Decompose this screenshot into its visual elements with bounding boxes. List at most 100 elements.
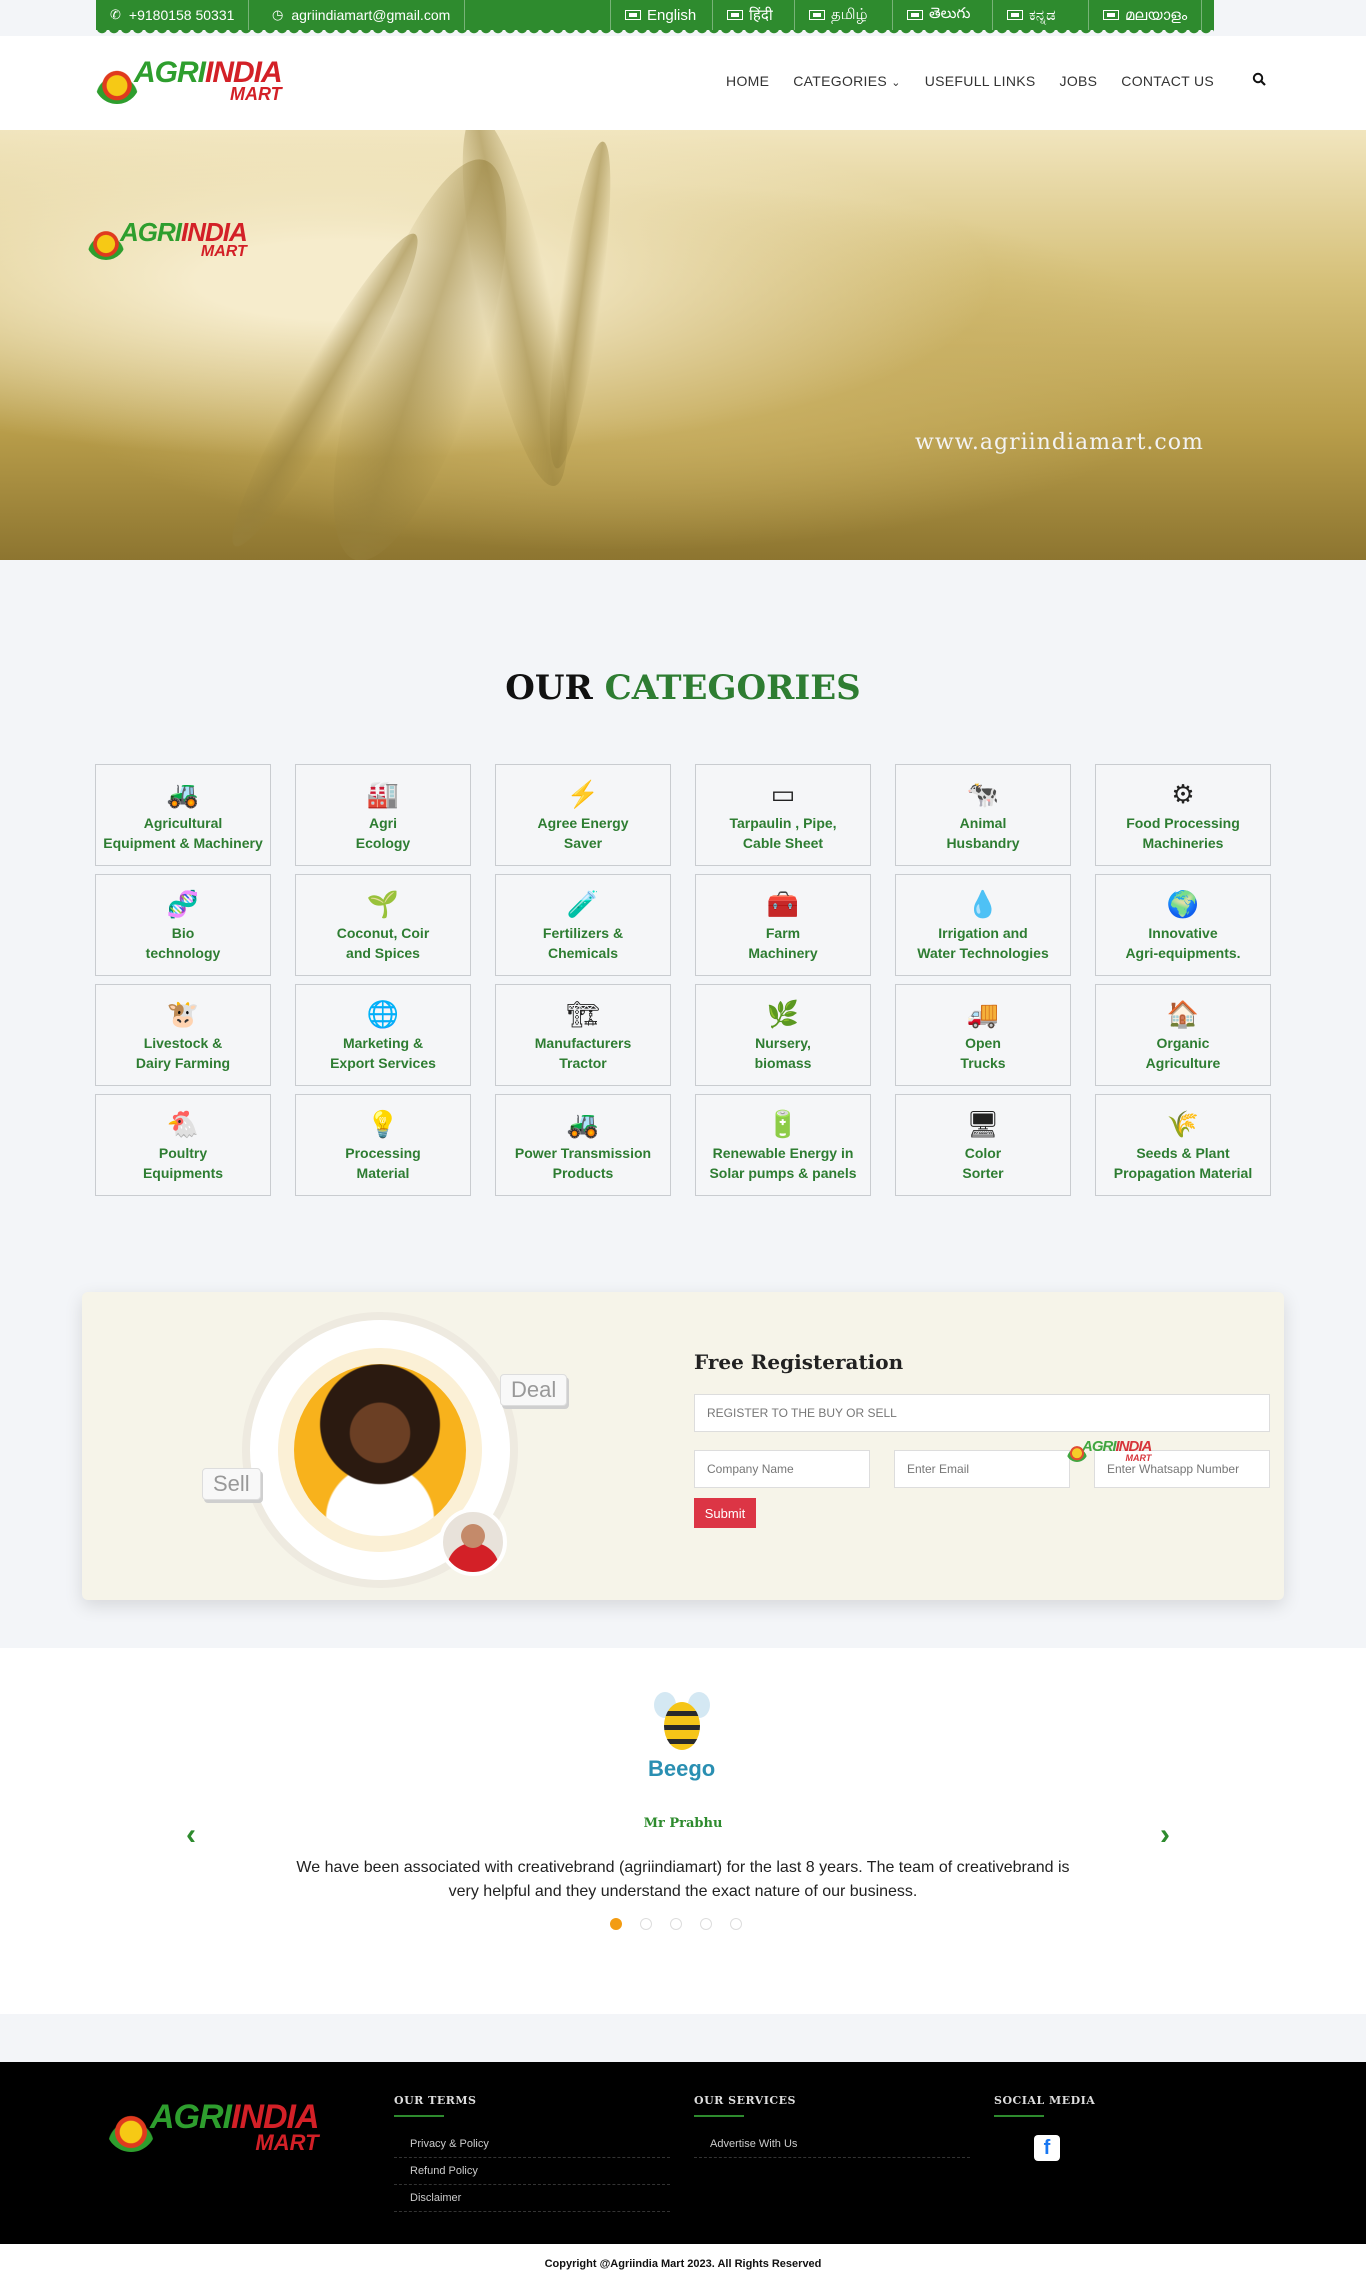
category-card[interactable]: ▭ Tarpaulin , Pipe, Cable Sheet (695, 764, 871, 866)
category-card[interactable]: ⚡ Agree Energy Saver (495, 764, 671, 866)
logo-sun-icon (94, 58, 140, 104)
man-avatar (439, 1508, 507, 1576)
footer-logo[interactable]: AGRIINDIA MART (106, 2100, 320, 2155)
nav-home[interactable]: HOME (726, 73, 769, 89)
category-card[interactable]: 🚜 Agricultural Equipment & Machinery (95, 764, 271, 866)
search-icon[interactable] (1252, 72, 1266, 90)
category-card[interactable]: 🌐 Marketing & Export Services (295, 984, 471, 1086)
category-icon: 🧪 (566, 889, 600, 919)
submit-button[interactable]: Submit (694, 1498, 756, 1528)
category-card[interactable]: 🚜 Power Transmission Products (495, 1094, 671, 1196)
category-icon: ▭ (770, 779, 796, 809)
site-logo[interactable]: AGRIINDIA MART (94, 58, 283, 105)
main-nav: HOME CATEGORIES ⌄ USEFULL LINKS JOBS CON… (726, 72, 1266, 90)
category-card[interactable]: 🐮 Livestock & Dairy Farming (95, 984, 271, 1086)
category-label: Fertilizers & Chemicals (542, 925, 624, 961)
nav-categories[interactable]: CATEGORIES ⌄ (793, 73, 901, 89)
phone-number: +9180158 50331 (128, 7, 235, 23)
category-card[interactable]: 🌍 Innovative Agri-equipments. (1095, 874, 1271, 976)
category-icon: ⚙ (1171, 779, 1195, 809)
category-card[interactable]: 💡 Processing Material (295, 1094, 471, 1196)
phone-icon: ✆ (110, 7, 121, 22)
category-icon: 🏗 (566, 999, 600, 1029)
facebook-icon[interactable]: f (1034, 2135, 1060, 2161)
hero-banner: AGRIINDIA MART www.agriindiamart.com (0, 130, 1366, 560)
lang-label: हिंदी (749, 7, 773, 24)
nav-jobs[interactable]: JOBS (1060, 73, 1098, 89)
logo-text-agri: AGRI (150, 2098, 232, 2136)
flag-icon (907, 10, 923, 20)
category-card[interactable]: 🔋 Renewable Energy in Solar pumps & panel… (695, 1094, 871, 1196)
category-icon: 🐄 (966, 779, 1000, 809)
category-card[interactable]: 🌾 Seeds & Plant Propagation Material (1095, 1094, 1271, 1196)
logo-text-mart: MART (230, 84, 282, 105)
category-card[interactable]: 🌿 Nursery, biomass (695, 984, 871, 1086)
category-icon: 💧 (966, 889, 1000, 919)
nav-useful-links[interactable]: USEFULL LINKS (925, 73, 1036, 89)
lang-kannada[interactable]: ಕನ್ನಡ (992, 0, 1070, 30)
category-card[interactable]: 💧 Irrigation and Water Technologies (895, 874, 1071, 976)
watermark-logo: AGRIINDIA MART (1066, 1439, 1152, 1462)
category-card[interactable]: 🐄 Animal Husbandry (895, 764, 1071, 866)
lang-malayalam[interactable]: മലയാളം (1088, 0, 1203, 30)
category-card[interactable]: ⚙ Food Processing Machineries (1095, 764, 1271, 866)
carousel-dot[interactable] (610, 1918, 622, 1930)
carousel-dot[interactable] (640, 1918, 652, 1930)
testimonial-quote: We have been associated with creativebra… (296, 1859, 1070, 1900)
lang-english[interactable]: English (610, 0, 710, 30)
category-icon: 🏭 (366, 779, 400, 809)
category-label: Tarpaulin , Pipe, Cable Sheet (729, 815, 837, 851)
logo-text-mart: MART (255, 2129, 319, 2155)
category-card[interactable]: 🌱 Coconut, Coir and Spices (295, 874, 471, 976)
heading-part-2: CATEGORIES (604, 668, 861, 708)
category-label: Bio technology (145, 925, 221, 961)
category-card[interactable]: 🖥 Color Sorter (895, 1094, 1071, 1196)
lang-hindi[interactable]: हिंदी (712, 0, 787, 30)
carousel-dot[interactable] (700, 1918, 712, 1930)
footer-link-disclaimer[interactable]: Disclaimer (394, 2185, 670, 2212)
category-icon: 🚜 (166, 779, 200, 809)
category-icon: 🐔 (166, 1109, 200, 1139)
category-card[interactable]: 🧪 Fertilizers & Chemicals (495, 874, 671, 976)
category-card[interactable]: 🏗 Manufacturers Tractor (495, 984, 671, 1086)
category-card[interactable]: 🏭 Agri Ecology (295, 764, 471, 866)
footer-services: OUR SERVICES Advertise With Us (694, 2094, 970, 2158)
category-label: Agricultural Equipment & Machinery (103, 815, 263, 851)
category-card[interactable]: 🏠 Organic Agriculture (1095, 984, 1271, 1086)
lang-tamil[interactable]: தமிழ் (794, 0, 882, 30)
footer-link-refund[interactable]: Refund Policy (394, 2158, 670, 2185)
registration-panel: Deal Sell Free Registeration REGISTER TO… (82, 1292, 1284, 1600)
category-card[interactable]: 🧰 Farm Machinery (695, 874, 871, 976)
category-label: Poultry Equipments (142, 1145, 224, 1181)
flag-icon (727, 10, 743, 20)
category-icon: 🧰 (766, 889, 800, 919)
nav-contact[interactable]: CONTACT US (1121, 73, 1214, 89)
email-contact[interactable]: ◷ agriindiamart@gmail.com (258, 0, 466, 30)
category-icon: 🚜 (566, 1109, 600, 1139)
lang-telugu[interactable]: తెలుగు (892, 0, 984, 30)
clock-icon: ◷ (272, 7, 284, 22)
email-input[interactable]: Enter Email (894, 1450, 1070, 1488)
flag-icon (1007, 10, 1023, 20)
deal-tag: Deal (500, 1374, 568, 1406)
footer-link-privacy[interactable]: Privacy & Policy (394, 2131, 670, 2158)
carousel-dot[interactable] (670, 1918, 682, 1930)
lang-label: தமிழ் (831, 5, 868, 23)
company-name-input[interactable]: Company Name (694, 1450, 870, 1488)
categories-grid: 🚜 Agricultural Equipment & Machinery 🏭 Agri… (95, 764, 1271, 1196)
phone-contact[interactable]: ✆ +9180158 50331 (96, 0, 250, 30)
carousel-dot[interactable] (730, 1918, 742, 1930)
category-label: Livestock & Dairy Farming (135, 1035, 231, 1071)
footer-link-advertise[interactable]: Advertise With Us (694, 2131, 970, 2158)
testimonial-section: Beego Mr Prabhu ‹ › We have been associa… (0, 1648, 1366, 2014)
category-card[interactable]: 🐔 Poultry Equipments (95, 1094, 271, 1196)
flag-icon (1103, 10, 1119, 20)
register-type-input[interactable]: REGISTER TO THE BUY OR SELL (694, 1394, 1270, 1432)
category-label: Open Trucks (960, 1035, 1006, 1071)
logo-sun-icon (86, 220, 126, 260)
category-card[interactable]: 🚚 Open Trucks (895, 984, 1071, 1086)
chevron-left-icon[interactable]: ‹ (186, 1818, 196, 1852)
category-card[interactable]: 🧬 Bio technology (95, 874, 271, 976)
chevron-right-icon[interactable]: › (1160, 1818, 1170, 1852)
category-icon: 💡 (366, 1109, 400, 1139)
